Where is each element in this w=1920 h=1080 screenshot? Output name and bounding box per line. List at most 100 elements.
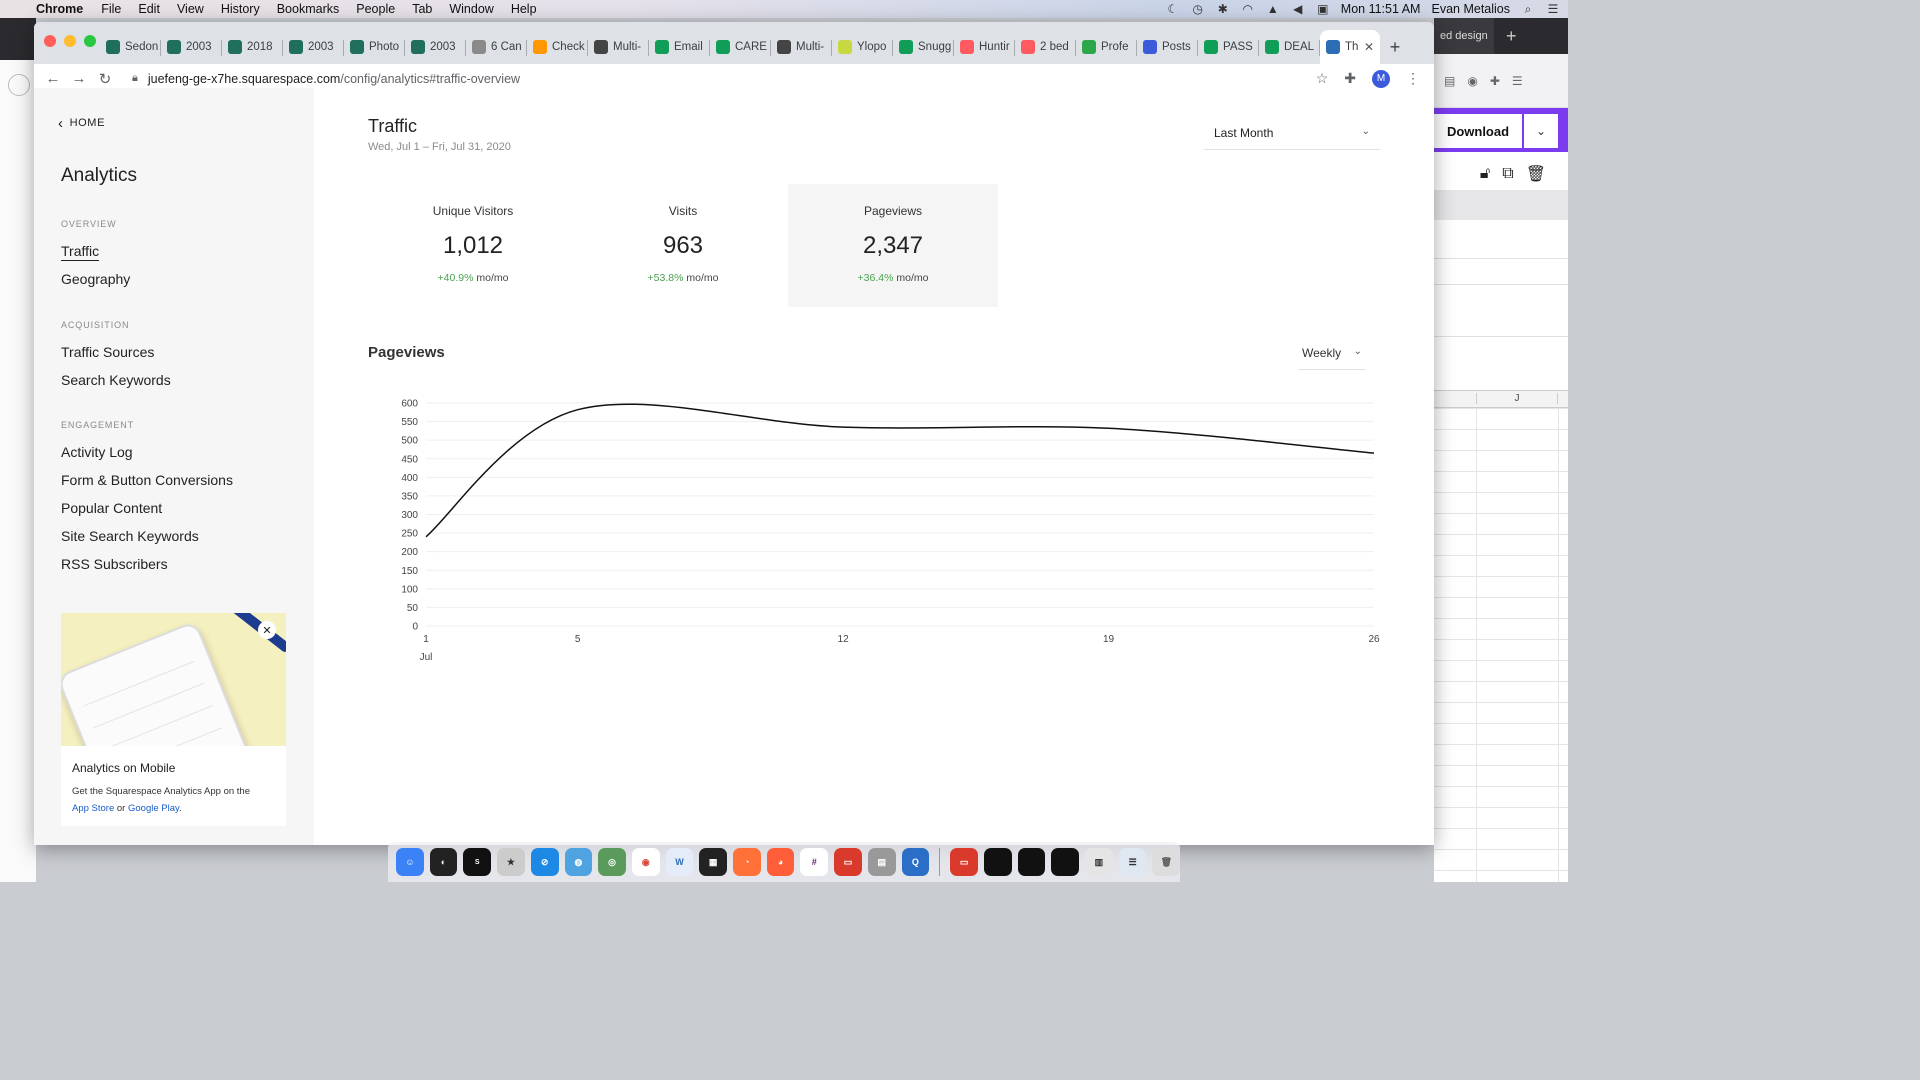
- date-range-select[interactable]: Last Month ⌄: [1204, 118, 1380, 150]
- time-machine-icon[interactable]: ◷: [1191, 3, 1205, 15]
- spotlight-search-icon[interactable]: ⌕: [1521, 3, 1535, 15]
- extensions-puzzle-icon[interactable]: ✚: [1344, 70, 1356, 87]
- imovie-icon[interactable]: ★: [497, 848, 525, 876]
- menubar-user[interactable]: Evan Metalios: [1431, 2, 1510, 16]
- preview-icon[interactable]: ▤: [867, 848, 896, 876]
- sidebar-item-traffic[interactable]: Traffic: [61, 243, 100, 261]
- sonos-icon[interactable]: S: [463, 848, 492, 876]
- lock-icon[interactable]: 🔓︎: [1480, 165, 1490, 183]
- browser-tab[interactable]: Multi-: [771, 30, 832, 64]
- omnibox[interactable]: 🔒︎ juefeng-ge-x7he.squarespace.com/confi…: [132, 72, 1316, 86]
- reload-icon[interactable]: ↻: [92, 70, 118, 88]
- sidebar-item-rss-subscribers[interactable]: RSS Subscribers: [61, 556, 168, 572]
- google-play-link[interactable]: Google Play: [128, 803, 179, 814]
- browser-tab[interactable]: Th ✕: [1320, 30, 1380, 64]
- menubar-app-name[interactable]: Chrome: [36, 2, 83, 16]
- safari-icon[interactable]: ⊘: [530, 848, 559, 876]
- notification-center-icon[interactable]: ☰: [1546, 3, 1560, 15]
- browser-tab[interactable]: Check: [527, 30, 588, 64]
- forward-arrow-icon[interactable]: →: [66, 70, 92, 87]
- extensions-icon[interactable]: ✚: [1490, 74, 1500, 88]
- maximize-window-icon[interactable]: [84, 35, 96, 47]
- stat-visits[interactable]: Visits 963 +53.8% mo/mo: [578, 184, 788, 307]
- close-tab-icon[interactable]: ✕: [1364, 40, 1374, 54]
- sidebar-item-geography[interactable]: Geography: [61, 271, 130, 287]
- slack-icon[interactable]: #: [800, 848, 829, 876]
- browser-tab[interactable]: CARE: [710, 30, 771, 64]
- download-button[interactable]: Download: [1434, 114, 1522, 148]
- menu-edit[interactable]: Edit: [138, 2, 160, 16]
- background-tab[interactable]: ed design: [1434, 18, 1494, 54]
- menu-bookmarks[interactable]: Bookmarks: [277, 2, 340, 16]
- browser-tab[interactable]: Sedon: [100, 30, 161, 64]
- menu-view[interactable]: View: [177, 2, 204, 16]
- trash-icon[interactable]: 🗑︎: [1152, 848, 1181, 876]
- downloads-icon[interactable]: ☰: [1118, 848, 1147, 876]
- sidebar-item-traffic-sources[interactable]: Traffic Sources: [61, 344, 154, 360]
- browser-tab[interactable]: 6 Can: [466, 30, 527, 64]
- browser-tab[interactable]: 2018: [222, 30, 283, 64]
- interval-select[interactable]: Weekly ⌄: [1298, 340, 1366, 370]
- firefox-developer-icon[interactable]: ◕: [766, 848, 795, 876]
- stat-unique-visitors[interactable]: Unique Visitors 1,012 +40.9% mo/mo: [368, 184, 578, 307]
- document-icon[interactable]: ▭: [950, 848, 978, 876]
- close-promo-icon[interactable]: ✕: [258, 621, 276, 639]
- home-link[interactable]: ‹ HOME: [58, 116, 105, 131]
- quicktime-icon[interactable]: Q: [901, 848, 930, 876]
- menubar-clock[interactable]: Mon 11:51 AM: [1341, 2, 1421, 16]
- browser-tab[interactable]: Photo: [344, 30, 405, 64]
- secure-lock-icon[interactable]: 🔒︎: [132, 72, 138, 85]
- bluetooth-icon[interactable]: ✱: [1216, 3, 1230, 15]
- sidebar-item-search-keywords[interactable]: Search Keywords: [61, 372, 171, 388]
- menu-people[interactable]: People: [356, 2, 395, 16]
- dashboard-icon[interactable]: ◐: [429, 848, 458, 876]
- finder-icon[interactable]: ☺: [396, 848, 424, 876]
- airplay-icon[interactable]: ▲: [1266, 3, 1280, 15]
- browser-tab[interactable]: PASS: [1198, 30, 1259, 64]
- keyboard-icon[interactable]: ▣: [1316, 3, 1330, 15]
- new-tab-plus-icon[interactable]: +: [1380, 30, 1410, 64]
- menu-history[interactable]: History: [221, 2, 260, 16]
- browser-tab[interactable]: DEAL: [1259, 30, 1320, 64]
- chrome-menu-icon[interactable]: ⋮: [1406, 70, 1420, 87]
- menu-window[interactable]: Window: [449, 2, 493, 16]
- presentation-icon[interactable]: ▭: [834, 848, 862, 876]
- profile-avatar[interactable]: M: [1372, 69, 1390, 88]
- chrome-icon[interactable]: ◉: [631, 848, 660, 876]
- duplicate-icon[interactable]: ⧉: [1502, 165, 1513, 183]
- browser-tab[interactable]: Huntir: [954, 30, 1015, 64]
- browser-tab[interactable]: Email: [649, 30, 710, 64]
- browser-tab[interactable]: Profe: [1076, 30, 1137, 64]
- window-thumbnail-icon[interactable]: [1051, 848, 1080, 876]
- activity-monitor-icon[interactable]: ▦: [699, 848, 728, 876]
- sidebar-toggle-icon[interactable]: ▤: [1444, 74, 1455, 88]
- bookmark-star-icon[interactable]: ☆: [1316, 70, 1329, 87]
- window-thumbnail-icon[interactable]: [983, 848, 1012, 876]
- window-thumbnail-icon[interactable]: [1017, 848, 1046, 876]
- column-j-header[interactable]: J: [1476, 393, 1558, 404]
- background-new-tab-icon[interactable]: +: [1506, 26, 1517, 47]
- download-options-chevron-icon[interactable]: ⌄: [1524, 114, 1558, 148]
- pageviews-line-chart[interactable]: 0 50 100 150 200 250 300 350 400 450 500 550 600 1 5 12…: [374, 393, 1384, 683]
- browser-tab[interactable]: Posts: [1137, 30, 1198, 64]
- contacts-icon[interactable]: ◍: [564, 848, 593, 876]
- moon-icon[interactable]: ☾: [1166, 3, 1180, 15]
- browser-tab[interactable]: 2003: [283, 30, 344, 64]
- close-window-icon[interactable]: [44, 35, 56, 47]
- sidebar-item-activity-log[interactable]: Activity Log: [61, 444, 133, 460]
- sheet-grid[interactable]: [1434, 408, 1568, 882]
- menu-list-icon[interactable]: ☰: [1512, 74, 1523, 88]
- menu-help[interactable]: Help: [511, 2, 537, 16]
- menu-tab[interactable]: Tab: [412, 2, 432, 16]
- trash-icon[interactable]: 🗑︎: [1526, 164, 1546, 184]
- sidebar-item-form-button-conversions[interactable]: Form & Button Conversions: [61, 472, 233, 488]
- menu-file[interactable]: File: [101, 2, 121, 16]
- browser-tab[interactable]: 2003: [161, 30, 222, 64]
- profile-icon[interactable]: ◉: [1467, 74, 1477, 88]
- back-arrow-icon[interactable]: ←: [40, 70, 66, 87]
- word-icon[interactable]: W: [665, 848, 694, 876]
- browser-tab[interactable]: 2003: [405, 30, 466, 64]
- firefox-icon[interactable]: ◔: [733, 848, 761, 876]
- volume-icon[interactable]: ◀: [1291, 3, 1305, 15]
- browser-tab[interactable]: Snugg: [893, 30, 954, 64]
